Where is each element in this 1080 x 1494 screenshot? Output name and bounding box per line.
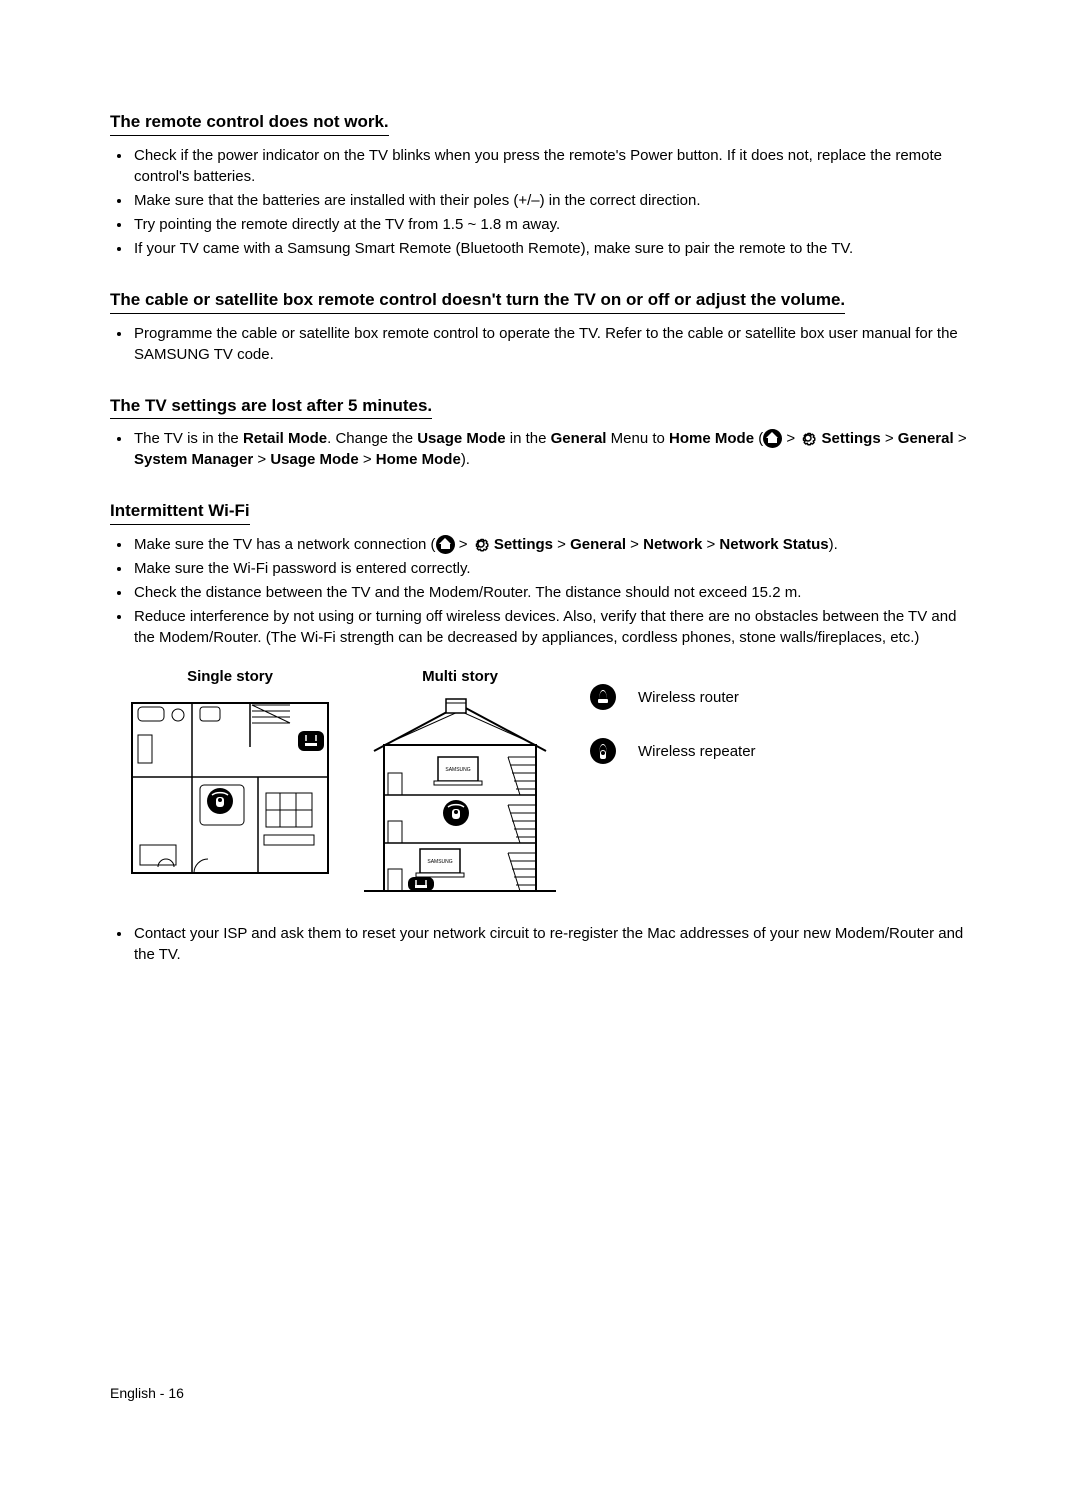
text-bold: Retail Mode [243,430,327,447]
text: . Change the [327,430,417,447]
text-bold: Home Mode [669,430,754,447]
list-item: If your TV came with a Samsung Smart Rem… [132,238,980,259]
text: > [253,451,270,468]
repeater-icon [590,738,616,764]
list-item: Check the distance between the TV and th… [132,582,980,603]
section-list-remote: Check if the power indicator on the TV b… [132,145,980,259]
list-item: Try pointing the remote directly at the … [132,214,980,235]
legend-label: Wireless repeater [638,741,756,762]
document-page: The remote control does not work. Check … [0,0,1080,1494]
multistory-illustration: SAMSUNG SAMSUNG [360,695,560,895]
text: > [626,536,643,553]
text: Make sure the TV has a network connectio… [134,536,436,553]
list-item: Check if the power indicator on the TV b… [132,145,980,187]
diagram-title: Single story [130,666,330,687]
list-item: The TV is in the Retail Mode. Change the… [132,428,980,470]
diagram-single-story: Single story [130,666,330,875]
section-heading-cable: The cable or satellite box remote contro… [110,288,845,314]
text: ). [829,536,838,553]
text: > [702,536,719,553]
list-item: Make sure the TV has a network connectio… [132,534,980,555]
text-bold: Home Mode [376,451,461,468]
legend-label: Wireless router [638,687,739,708]
text: ). [461,451,470,468]
closing-list: Contact your ISP and ask them to reset y… [132,923,980,965]
list-item: Programme the cable or satellite box rem… [132,323,980,365]
text-bold: Usage Mode [270,451,358,468]
page-footer: English - 16 [110,1384,184,1404]
floorplan-illustration [130,695,330,875]
legend-row-repeater: Wireless repeater [590,738,756,764]
list-item: Reduce interference by not using or turn… [132,606,980,648]
text: > [455,536,472,553]
svg-text:SAMSUNG: SAMSUNG [427,859,452,865]
text: ( [754,430,763,447]
gear-icon [799,429,817,447]
text: > [359,451,376,468]
diagrams-row: Single story [130,666,980,895]
text-bold: General [570,536,626,553]
text: Menu to [606,430,669,447]
diagram-multi-story: Multi story [360,666,560,895]
text: > [954,430,967,447]
diagram-legend: Wireless router Wireless repeater [590,684,756,792]
list-item: Make sure that the batteries are install… [132,190,980,211]
text: The TV is in the [134,430,243,447]
section-heading-wifi: Intermittent Wi-Fi [110,499,250,525]
list-item: Make sure the Wi-Fi password is entered … [132,558,980,579]
text-bold: General [551,430,607,447]
text-bold: Settings [822,430,881,447]
text-bold: Usage Mode [417,430,505,447]
text: > [553,536,570,553]
text-bold: Settings [494,536,553,553]
text-bold: System Manager [134,451,253,468]
section-list-wifi: Make sure the TV has a network connectio… [132,534,980,648]
router-icon [590,684,616,710]
home-icon [436,535,455,554]
section-heading-remote: The remote control does not work. [110,110,389,136]
list-item: Contact your ISP and ask them to reset y… [132,923,980,965]
section-list-tvsettings: The TV is in the Retail Mode. Change the… [132,428,980,470]
gear-icon [472,535,490,553]
text: in the [506,430,551,447]
diagram-title: Multi story [360,666,560,687]
text-bold: General [898,430,954,447]
section-list-cable: Programme the cable or satellite box rem… [132,323,980,365]
text: > [782,430,799,447]
home-icon [763,429,782,448]
section-heading-tvsettings: The TV settings are lost after 5 minutes… [110,394,432,420]
text-bold: Network [643,536,702,553]
text: > [881,430,898,447]
legend-row-router: Wireless router [590,684,756,710]
svg-text:SAMSUNG: SAMSUNG [445,767,470,773]
text-bold: Network Status [719,536,828,553]
